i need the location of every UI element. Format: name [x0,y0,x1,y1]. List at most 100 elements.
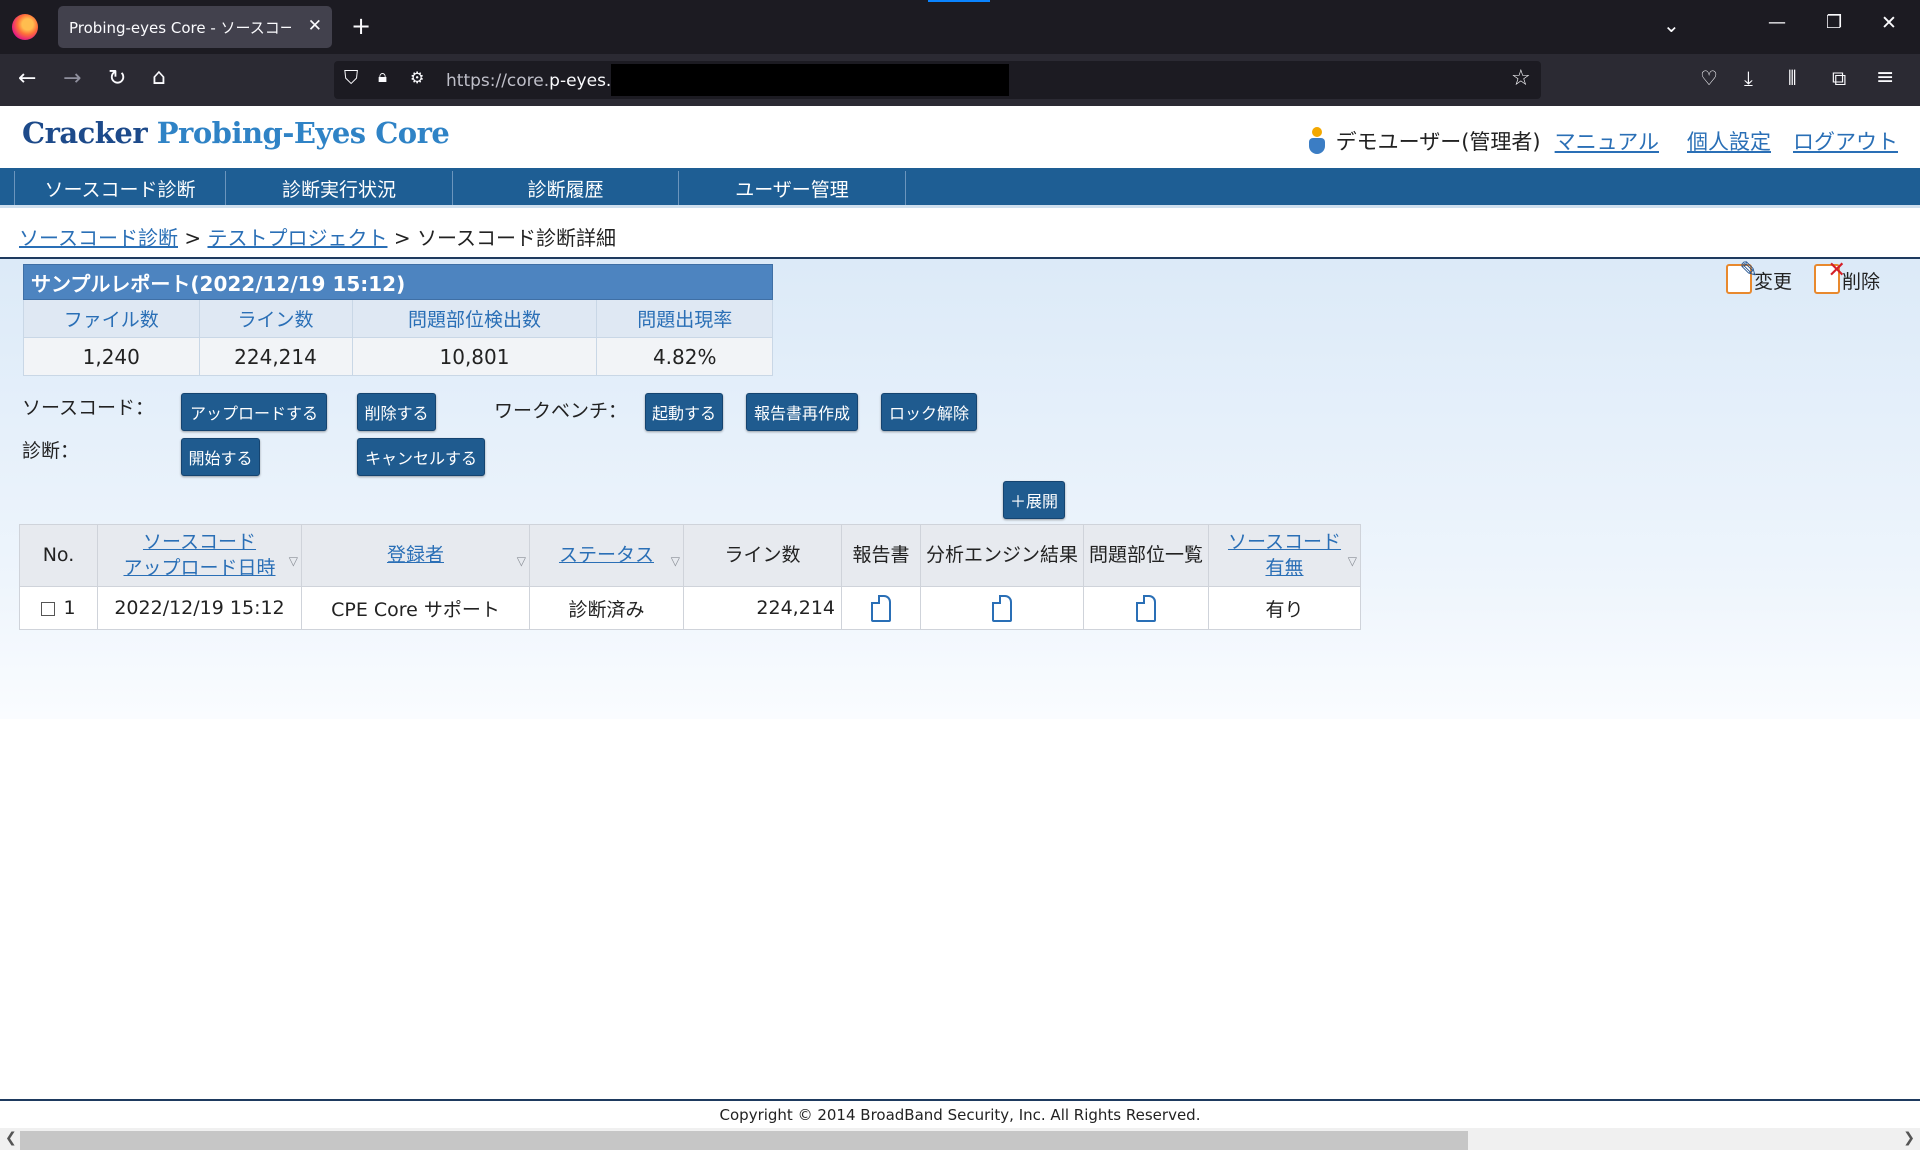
pocket-icon[interactable]: ♡ [1700,68,1718,88]
sort-icon[interactable]: ▽ [671,553,680,569]
col-header-upload-datetime-line2[interactable]: アップロード日時 [123,557,275,579]
col-header-registrant-link[interactable]: 登録者 [387,544,444,566]
sort-icon[interactable]: ▽ [289,553,298,569]
manual-link[interactable]: マニュアル [1555,126,1659,156]
logout-link[interactable]: ログアウト [1793,126,1898,156]
edit-button[interactable]: ✎ 変更 [1725,260,1792,294]
delete-source-button[interactable]: 削除する [357,393,436,431]
row-no: 1 [63,597,76,619]
sort-icon[interactable]: ▽ [517,553,526,569]
menu-icon[interactable]: ≡ [1876,67,1894,89]
summary-header-rate: 問題出現率 [596,299,773,338]
edit-icon: ✎ [1725,260,1758,294]
scroll-right-icon[interactable]: ❯ [1903,1130,1915,1146]
cell-engine-result [920,586,1084,630]
home-icon[interactable]: ⌂ [152,67,166,89]
user-name: デモユーザー(管理者) [1335,130,1541,154]
tab-bar-accent [928,0,990,2]
site-logo[interactable]: Cracker Probing-Eyes Core [22,116,450,150]
breadcrumb-test-project[interactable]: テストプロジェクト [207,226,387,250]
sort-icon[interactable]: ▽ [1348,553,1357,569]
col-header-upload-datetime[interactable]: ソースコード アップロード日時 ▽ [97,524,302,587]
breadcrumb-source-diagnosis[interactable]: ソースコード診断 [19,226,178,250]
row-checkbox[interactable] [41,601,56,616]
scroll-left-icon[interactable]: ❮ [5,1130,17,1146]
col-header-no: No. [19,524,98,587]
shield-icon[interactable]: ⛉ [344,69,358,88]
content-area: ✎ 変更 ✕ 削除 サンプルレポート(2022/12/19 15:12) ファイ… [0,259,1920,719]
col-header-status[interactable]: ステータス ▽ [529,524,684,587]
url-bar[interactable]: ⛉ 🔒︎ ⚙ https://core.p-eyes.jp/ ☆ [334,61,1541,99]
personal-settings-link[interactable]: 個人設定 [1687,126,1771,156]
col-header-issue-list: 問題部位一覧 [1083,524,1209,587]
breadcrumb: ソースコード診断 > テストプロジェクト > ソースコード診断詳細 [19,222,616,251]
minimize-icon[interactable]: — [1768,14,1786,32]
cell-status: 診断済み [529,586,684,630]
col-header-source-exists-line2[interactable]: 有無 [1265,557,1303,579]
cell-no: 1 [19,586,98,630]
start-diagnosis-button[interactable]: 開始する [181,438,260,476]
star-icon[interactable]: ☆ [1511,68,1531,90]
plus-icon[interactable]: + [351,14,371,38]
workbench-label: ワークベンチ： [494,400,628,422]
expand-button[interactable]: ＋展開 [1003,481,1065,519]
summary-header-lines: ライン数 [198,299,353,338]
breadcrumb-separator: > [178,226,208,250]
col-header-registrant[interactable]: 登録者 ▽ [301,524,530,587]
diagnosis-label: 診断： [22,440,80,462]
table-row: 1 2022/12/19 15:12 CPE Core サポート 診断済み 22… [19,586,1361,630]
report-actions: ✎ 変更 ✕ 削除 [1725,260,1880,294]
nav-item-diagnosis-history[interactable]: 診断履歴 [453,171,679,205]
nav-item-source-diagnosis[interactable]: ソースコード診断 [14,171,226,205]
page: Cracker Probing-Eyes Core デモユーザー(管理者) マニ… [0,106,1920,1126]
back-icon[interactable]: ← [18,68,36,90]
cell-source-exists: 有り [1208,586,1361,630]
col-header-source-exists[interactable]: ソースコード 有無 ▽ [1208,524,1361,587]
url-text: https://core.p-eyes.jp/ [446,71,633,91]
lock-icon[interactable]: 🔒︎ [378,69,387,86]
summary-value-lines: 224,214 [198,337,353,376]
tab-title: Probing-eyes Core - ソースコード診断詳 [69,18,291,37]
cell-datetime: 2022/12/19 15:12 [97,586,302,630]
nav-item-user-management[interactable]: ユーザー管理 [679,171,906,205]
user-box: デモユーザー(管理者) マニュアル 個人設定 ログアウト [1308,126,1898,156]
delete-report-button[interactable]: ✕ 削除 [1813,260,1880,294]
firefox-logo[interactable] [12,14,38,40]
forward-icon[interactable]: → [63,68,81,90]
cell-registrant: CPE Core サポート [301,586,530,630]
summary-header-issues: 問題部位検出数 [351,299,598,338]
summary-table: サンプルレポート(2022/12/19 15:12) ファイル数 ライン数 問題… [23,264,773,376]
start-workbench-button[interactable]: 起動する [645,393,723,431]
reload-icon[interactable]: ↻ [108,68,126,90]
user-icon [1308,127,1326,155]
col-header-status-link[interactable]: ステータス [559,544,654,566]
permissions-icon[interactable]: ⚙ [410,70,424,86]
report-document-icon[interactable] [871,594,891,622]
upload-button[interactable]: アップロードする [181,393,327,431]
engine-result-document-icon[interactable] [992,594,1012,622]
col-header-source-exists-line1[interactable]: ソースコード [1228,531,1341,553]
browser-tab-active[interactable]: Probing-eyes Core - ソースコード診断詳 ✕ [58,6,332,48]
breadcrumb-separator: > [387,226,417,250]
cell-report [841,586,921,630]
scrollbar-thumb[interactable] [20,1131,1468,1150]
library-icon[interactable]: ⫴ [1788,68,1796,88]
url-prefix: https://core. [446,71,550,91]
delete-label: 削除 [1841,271,1880,293]
close-icon[interactable]: ✕ [308,16,322,36]
extensions-icon[interactable]: ⧉ [1832,68,1846,88]
download-icon[interactable]: ⤓ [1744,68,1753,88]
col-header-lines: ライン数 [683,524,842,587]
issue-list-document-icon[interactable] [1136,594,1156,622]
regenerate-report-button[interactable]: 報告書再作成 [746,393,858,431]
close-window-icon[interactable]: ✕ [1881,14,1897,33]
browser-nav-bar: ← → ↻ ⌂ ⛉ 🔒︎ ⚙ https://core.p-eyes.jp/ ☆… [0,54,1920,106]
col-header-upload-datetime-line1[interactable]: ソースコード [143,531,256,553]
breadcrumb-current: ソースコード診断詳細 [416,226,616,250]
chevron-down-icon[interactable]: ⌄ [1663,15,1680,35]
restore-icon[interactable]: ❐ [1826,14,1842,32]
horizontal-scrollbar[interactable]: ❮ ❯ [0,1128,1920,1150]
unlock-button[interactable]: ロック解除 [881,393,977,431]
nav-item-diagnosis-status[interactable]: 診断実行状況 [226,171,453,205]
cancel-diagnosis-button[interactable]: キャンセルする [357,438,485,476]
